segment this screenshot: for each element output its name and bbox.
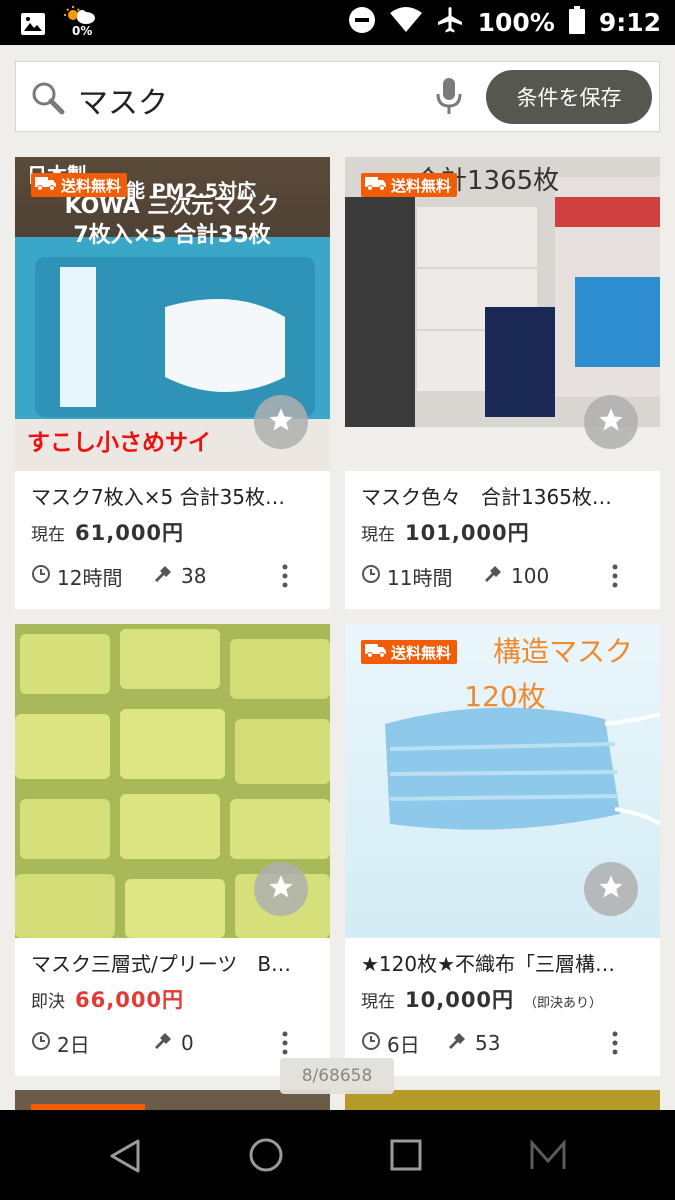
time-left: 6日 — [387, 1032, 420, 1057]
status-bar: 0% 100% 9:12 — [0, 0, 675, 45]
image-text: 構造マスク — [493, 635, 633, 668]
clock-icon — [361, 564, 381, 589]
time-left: 12時間 — [57, 565, 123, 590]
clock-icon — [31, 564, 51, 589]
result-counter: 8/68658 — [280, 1058, 394, 1094]
product-title[interactable]: マスク三層式/プリーツ B… — [31, 948, 321, 977]
dnd-icon — [348, 6, 376, 40]
star-icon — [267, 406, 295, 438]
price: 66,000円 — [75, 988, 185, 1012]
free-shipping-badge: 送料無料 — [361, 640, 458, 664]
bid-count: 53 — [475, 1031, 501, 1055]
truck-icon — [365, 642, 387, 662]
price: 101,000円 — [405, 521, 530, 545]
star-icon — [267, 873, 295, 905]
recents-icon[interactable] — [390, 1139, 422, 1175]
truck-icon — [365, 175, 387, 195]
bid-count: 0 — [181, 1031, 194, 1055]
image-text: 7枚入×5 合計35枚 — [73, 222, 270, 248]
product-title[interactable]: マスク色々 合計1365枚… — [361, 481, 651, 510]
gavel-icon — [153, 564, 175, 589]
clock-icon — [361, 1031, 381, 1056]
free-shipping-badge: 送料無料 — [361, 173, 458, 197]
battery-percent: 100% — [477, 8, 555, 37]
app-m-icon[interactable] — [530, 1139, 566, 1175]
product-card[interactable]: 合計1365枚 送料無料 マスク色々 合計1365枚… 現在 101,000円 … — [345, 157, 660, 609]
clock-icon — [31, 1031, 51, 1056]
search-bar[interactable]: マスク 条件を保存 — [15, 61, 660, 132]
search-input[interactable]: マスク — [78, 78, 168, 122]
product-card[interactable]: マスク三層式/プリーツ B… 即決 66,000円 2日 0 — [15, 624, 330, 1076]
weather-percent: 0% — [72, 24, 93, 38]
watchlist-star-button[interactable] — [254, 395, 308, 449]
star-icon — [597, 873, 625, 905]
free-shipping-badge: 送料無料 — [31, 173, 128, 197]
watchlist-star-button[interactable] — [254, 862, 308, 916]
wifi-icon — [389, 6, 422, 39]
more-options-icon[interactable] — [281, 1031, 289, 1060]
image-text: すこし小さめサイ — [27, 430, 211, 456]
watchlist-star-button[interactable] — [584, 395, 638, 449]
badge-label: 送料無料 — [391, 176, 452, 195]
product-title[interactable]: ★120枚★不織布「三層構… — [361, 948, 651, 977]
time-left: 2日 — [57, 1032, 90, 1057]
search-icon — [30, 80, 66, 120]
battery-icon — [568, 5, 585, 40]
gavel-icon — [483, 564, 505, 589]
navigation-bar — [0, 1110, 675, 1200]
product-card[interactable]: 構造マスク 120枚 送料無料 ★120枚★不織布「三層構… 現在 10,000… — [345, 624, 660, 1076]
more-options-icon[interactable] — [611, 1031, 619, 1060]
bid-count: 100 — [511, 564, 550, 588]
product-title[interactable]: マスク7枚入×5 合計35枚… — [31, 481, 321, 510]
truck-icon — [35, 175, 57, 195]
image-icon — [20, 12, 46, 40]
back-icon[interactable] — [108, 1138, 142, 1178]
bid-count: 38 — [181, 564, 207, 588]
badge-label: 送料無料 — [391, 643, 452, 662]
save-conditions-button[interactable]: 条件を保存 — [486, 70, 652, 124]
buy-now-note: （即決あり） — [524, 996, 603, 1011]
mic-icon[interactable] — [434, 76, 464, 120]
gavel-icon — [447, 1031, 469, 1056]
watchlist-star-button[interactable] — [584, 862, 638, 916]
price-label: 現在 — [361, 992, 395, 1012]
price-label: 即決 — [31, 992, 65, 1012]
badge-label: 送料無料 — [61, 176, 122, 195]
airplane-icon — [436, 6, 464, 40]
time-left: 11時間 — [387, 565, 453, 590]
product-card[interactable]: 高機能 PM2.5対応 日本製 KOWA 三次元マスク 7枚入×5 合計35枚 … — [15, 157, 330, 609]
more-options-icon[interactable] — [611, 564, 619, 593]
price-label: 現在 — [361, 525, 395, 545]
weather-icon: 0% — [64, 6, 104, 40]
price: 10,000円 — [405, 988, 515, 1012]
price: 61,000円 — [75, 521, 185, 545]
gavel-icon — [153, 1031, 175, 1056]
image-text: 120枚 — [464, 680, 545, 713]
price-label: 現在 — [31, 525, 65, 545]
more-options-icon[interactable] — [281, 564, 289, 593]
home-icon[interactable] — [248, 1137, 284, 1177]
star-icon — [597, 406, 625, 438]
clock: 9:12 — [598, 8, 661, 37]
